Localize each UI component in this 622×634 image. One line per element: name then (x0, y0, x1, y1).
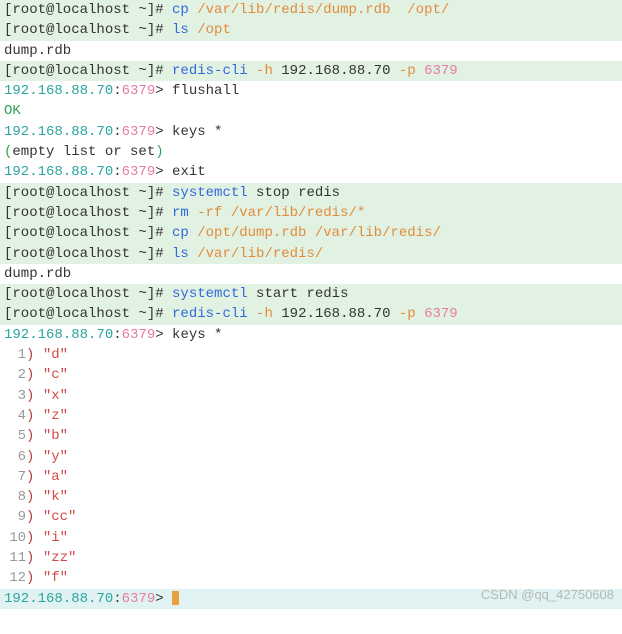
key-row: 10) "i" (0, 528, 622, 548)
key-value: "z" (43, 408, 68, 424)
flag-h: -h (248, 63, 282, 79)
key-row: 4) "z" (0, 406, 622, 426)
key-row: 9) "cc" (0, 507, 622, 527)
cmd-line: [root@localhost ~]# ls /opt (0, 20, 622, 40)
flag-p: -p (390, 63, 424, 79)
key-value: "k" (43, 489, 68, 505)
cmd-line: [root@localhost ~]# redis-cli -h 192.168… (0, 304, 622, 324)
row-number: 5 (4, 426, 26, 446)
key-row: 12) "f" (0, 568, 622, 588)
output-line: OK (0, 101, 622, 121)
key-value: "c" (43, 367, 68, 383)
output-line: (empty list or set) (0, 142, 622, 162)
cmd-line: [root@localhost ~]# systemctl stop redis (0, 183, 622, 203)
row-number: 3 (4, 386, 26, 406)
key-row: 7) "a" (0, 467, 622, 487)
key-value: "cc" (43, 509, 77, 525)
row-number: 12 (4, 568, 26, 588)
row-number: 1 (4, 345, 26, 365)
cmd-line: [root@localhost ~]# ls /var/lib/redis/ (0, 244, 622, 264)
output-line: dump.rdb (0, 41, 622, 61)
row-number: 7 (4, 467, 26, 487)
cmd-exit: exit (172, 164, 206, 180)
row-number: 8 (4, 487, 26, 507)
output-dump: dump.rdb (4, 43, 71, 59)
cmd-keys: keys (172, 124, 206, 140)
key-value: "y" (43, 449, 68, 465)
cmd-line: [root@localhost ~]# cp /opt/dump.rdb /va… (0, 223, 622, 243)
cmd-arg: /var/lib/redis/dump.rdb /opt/ (189, 2, 449, 18)
key-value: "d" (43, 347, 68, 363)
row-number: 2 (4, 365, 26, 385)
row-number: 6 (4, 447, 26, 467)
key-value: "a" (43, 469, 68, 485)
key-value: "zz" (43, 550, 77, 566)
key-value: "b" (43, 428, 68, 444)
cmd-flushall: flushall (172, 83, 239, 99)
cursor-icon (172, 591, 179, 605)
key-row: 5) "b" (0, 426, 622, 446)
redis-prompt-line: 192.168.88.70:6379> (0, 589, 622, 609)
key-row: 6) "y" (0, 447, 622, 467)
cmd-redis-cli: redis-cli (172, 63, 248, 79)
val-host: 192.168.88.70 (281, 63, 390, 79)
output-ok: OK (4, 103, 21, 119)
cmd-line: [root@localhost ~]# rm -rf /var/lib/redi… (0, 203, 622, 223)
cmd-cp: cp (172, 2, 189, 18)
shell-prompt: [root@localhost ~]# (4, 2, 172, 18)
redis-line: 192.168.88.70:6379> keys * (0, 325, 622, 345)
keys-list: 1) "d"2) "c"3) "x"4) "z"5) "b"6) "y"7) "… (0, 345, 622, 589)
key-row: 1) "d" (0, 345, 622, 365)
redis-line: 192.168.88.70:6379> keys * (0, 122, 622, 142)
key-row: 8) "k" (0, 487, 622, 507)
output-line: dump.rdb (0, 264, 622, 284)
key-row: 2) "c" (0, 365, 622, 385)
output-empty: empty list or set (12, 144, 155, 160)
key-value: "f" (43, 570, 68, 586)
key-row: 11) "zz" (0, 548, 622, 568)
redis-host: 192.168.88.70 (4, 83, 113, 99)
row-number: 9 (4, 507, 26, 527)
cmd-ls: ls (172, 22, 189, 38)
row-number: 11 (4, 548, 26, 568)
key-value: "i" (43, 530, 68, 546)
cmd-line: [root@localhost ~]# redis-cli -h 192.168… (0, 61, 622, 81)
key-row: 3) "x" (0, 386, 622, 406)
row-number: 10 (4, 528, 26, 548)
row-number: 4 (4, 406, 26, 426)
cmd-ls: ls (172, 246, 189, 262)
shell-prompt: [root@localhost ~]# (4, 63, 172, 79)
cmd-rm: rm (172, 205, 189, 221)
cmd-arg: /opt (189, 22, 231, 38)
cmd-line: [root@localhost ~]# systemctl start redi… (0, 284, 622, 304)
redis-port: 6379 (122, 83, 156, 99)
shell-prompt: [root@localhost ~]# (4, 22, 172, 38)
redis-line: 192.168.88.70:6379> flushall (0, 81, 622, 101)
cmd-cp: cp (172, 225, 189, 241)
redis-line: 192.168.88.70:6379> exit (0, 162, 622, 182)
key-value: "x" (43, 388, 68, 404)
terminal-output: [root@localhost ~]# cp /var/lib/redis/du… (0, 0, 622, 609)
val-port: 6379 (424, 63, 458, 79)
cmd-systemctl: systemctl (172, 185, 248, 201)
cmd-line: [root@localhost ~]# cp /var/lib/redis/du… (0, 0, 622, 20)
